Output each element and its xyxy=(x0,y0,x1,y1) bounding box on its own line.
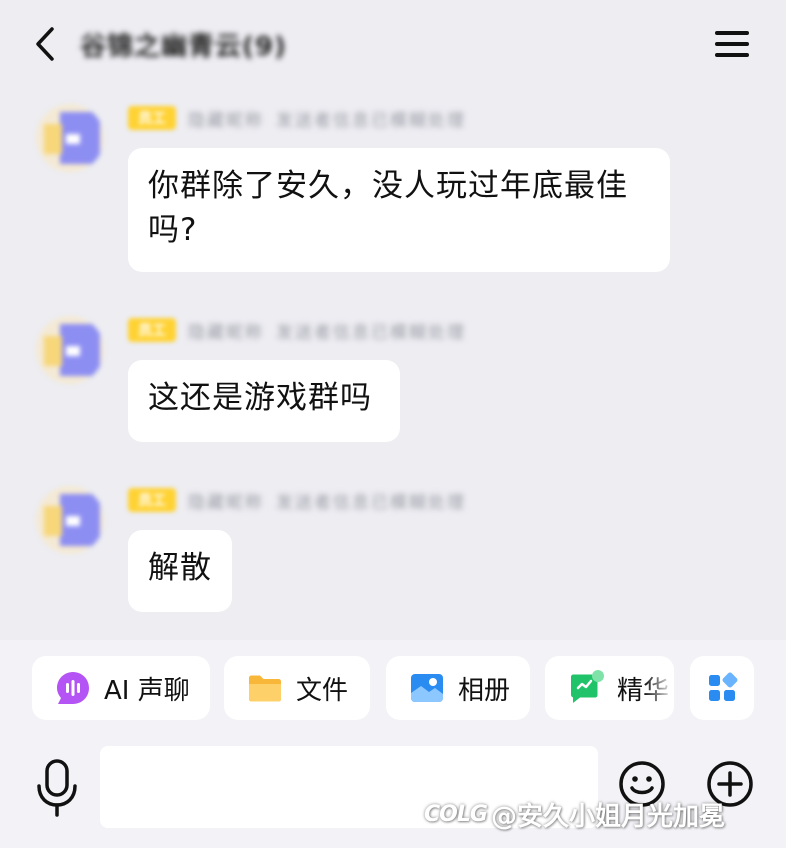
shortcut-label: AI 声聊 xyxy=(104,675,190,706)
group-title: 谷锦之幽青云(9) xyxy=(80,31,287,62)
sender-nickname[interactable]: 隐藏昵称 xyxy=(188,488,264,513)
message-text-line: 你群除了安久，没人玩过年底最佳 xyxy=(148,168,628,204)
essence-icon xyxy=(571,670,604,703)
apps-grid-icon xyxy=(709,672,738,701)
shortcut-label: 文件 xyxy=(296,675,349,706)
back-button[interactable] xyxy=(28,24,64,64)
shortcut-ai-voice-chat[interactable]: AI 声聊 xyxy=(32,656,210,720)
folder-icon xyxy=(249,675,281,702)
sender-nickname[interactable]: 隐藏昵称 xyxy=(188,106,264,131)
shortcut-more-apps[interactable] xyxy=(690,656,754,720)
sender-subtitle: 发送者信息已模糊处理 xyxy=(276,492,466,513)
role-badge: 员工 xyxy=(128,106,176,130)
watermark-text: @安久小姐月光加冕 xyxy=(490,802,725,832)
sender-meta: 员工 隐藏昵称 发送者信息已模糊处理 xyxy=(128,486,466,514)
message-text-line: 吗? xyxy=(148,212,198,248)
voice-input-button[interactable] xyxy=(34,758,80,818)
shortcut-album[interactable]: 相册 xyxy=(386,656,530,720)
avatar[interactable] xyxy=(36,316,104,384)
shortcut-label: 相册 xyxy=(458,675,511,706)
role-badge: 员工 xyxy=(128,318,176,342)
role-badge: 员工 xyxy=(128,488,176,512)
sender-nickname[interactable]: 隐藏昵称 xyxy=(188,318,264,343)
shortcut-essence[interactable]: 精华 xyxy=(545,656,674,720)
shortcut-files[interactable]: 文件 xyxy=(224,656,370,720)
shortcut-bar: AI 声聊 文件 相册 精华 xyxy=(0,640,786,736)
watermark-logo: COLG xyxy=(424,802,488,827)
message-bubble[interactable]: 这还是游戏群吗 xyxy=(128,360,400,442)
sender-meta: 员工 隐藏昵称 发送者信息已模糊处理 xyxy=(128,316,466,344)
microphone-icon xyxy=(37,759,77,817)
chat-header: 谷锦之幽青云(9) xyxy=(0,0,786,90)
sender-subtitle: 发送者信息已模糊处理 xyxy=(276,322,466,343)
message-text-line: 这还是游戏群吗 xyxy=(148,380,372,416)
message-bubble[interactable]: 解散 xyxy=(128,530,232,612)
message-bubble[interactable]: 你群除了安久，没人玩过年底最佳 吗? xyxy=(128,148,670,272)
hamburger-menu-icon xyxy=(715,31,749,57)
sender-meta: 员工 隐藏昵称 发送者信息已模糊处理 xyxy=(128,104,466,132)
message-text-line: 解散 xyxy=(148,550,212,586)
avatar[interactable] xyxy=(36,104,104,172)
ai-voice-chat-icon xyxy=(57,672,89,704)
watermark: COLG @安久小姐月光加冕 xyxy=(424,796,725,833)
chevron-left-icon xyxy=(36,27,54,61)
avatar[interactable] xyxy=(36,486,104,554)
sender-subtitle: 发送者信息已模糊处理 xyxy=(276,110,466,131)
menu-button[interactable] xyxy=(712,26,752,62)
photo-album-icon xyxy=(411,674,443,702)
